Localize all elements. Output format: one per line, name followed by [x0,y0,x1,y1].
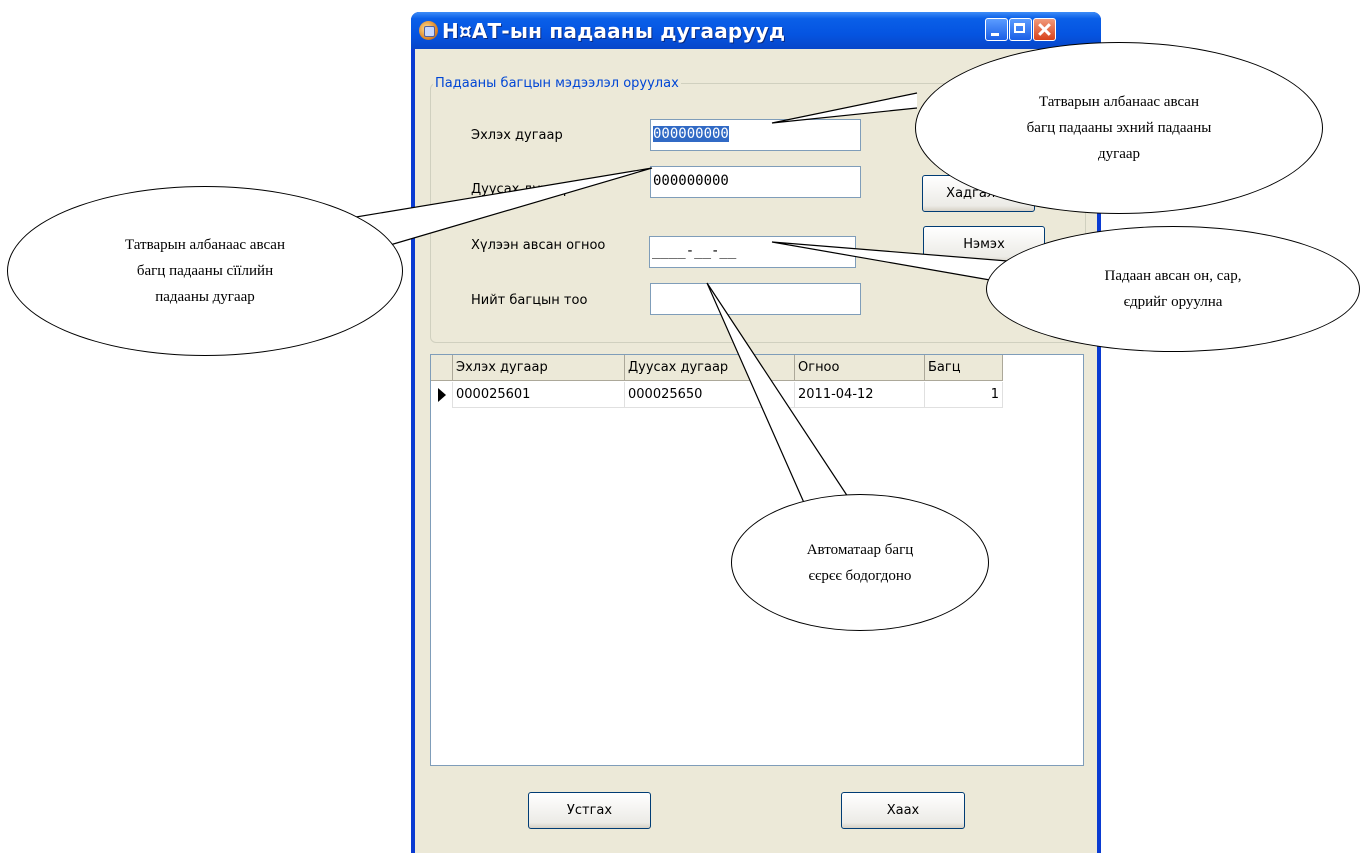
maximize-icon[interactable] [1009,18,1032,41]
window-title: Н¤АТ-ын падааны дугаарууд [442,19,786,43]
start-number-input[interactable]: 000000000 [650,119,861,151]
callout-date: Падаан авсан он, сар, єдрийг оруулна [986,226,1360,352]
callout-start-number: Татварын албанаас авсан багц падааны эхн… [915,42,1323,214]
delete-button[interactable]: Устгах [528,792,651,829]
grid-cell-start[interactable]: 000025601 [453,382,625,408]
grid-header-date[interactable]: Огноо [795,355,925,381]
grid-corner-header [431,355,453,381]
minimize-icon[interactable] [985,18,1008,41]
row-indicator-icon [431,382,453,408]
app-icon [419,21,438,40]
received-date-input[interactable]: ____-__-__ [649,236,856,268]
received-date-label: Хүлээн авсан огноо [471,238,606,253]
grid-header-end[interactable]: Дуусах дугаар [625,355,795,381]
grid-cell-date[interactable]: 2011-04-12 [795,382,925,408]
start-number-value: 000000000 [653,126,729,142]
start-number-label: Эхлэх дугаар [471,128,563,143]
grid-header-batch[interactable]: Багц [925,355,1003,381]
total-count-label: Нийт багцын тоо [471,293,588,308]
callout-auto-count: Автоматаар багц єєрєє бодогдоно [731,494,989,631]
title-bar[interactable]: Н¤АТ-ын падааны дугаарууд [411,12,1101,49]
callout-end-number: Татварын албанаас авсан багц падааны сїї… [7,186,403,356]
end-number-input[interactable]: 000000000 [650,166,861,198]
close-button[interactable]: Хаах [841,792,965,829]
grid-header-start[interactable]: Эхлэх дугаар [453,355,625,381]
close-icon[interactable] [1033,18,1056,41]
end-number-label: Дуусах дугаар [471,182,572,197]
grid-cell-end[interactable]: 000025650 [625,382,795,408]
total-count-input[interactable] [650,283,861,315]
grid-cell-batch[interactable]: 1 [925,382,1003,408]
groupbox-caption: Падааны багцын мэдээлэл оруулах [433,76,681,91]
